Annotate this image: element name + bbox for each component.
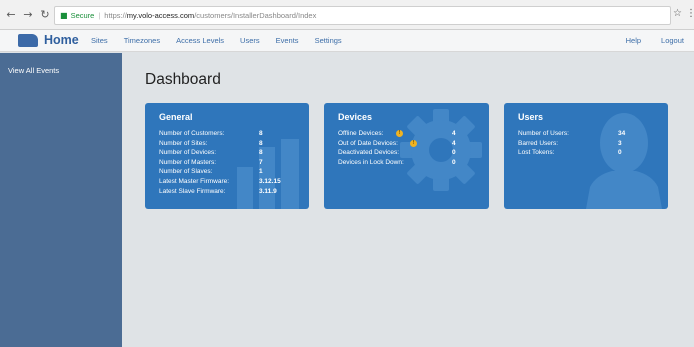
stat-label: Number of Users: xyxy=(518,130,569,137)
page-title: Dashboard xyxy=(145,71,221,88)
main-menu: Sites Timezones Access Levels Users Even… xyxy=(91,36,358,45)
nav-access-levels[interactable]: Access Levels xyxy=(176,36,224,45)
stat-value: 8 xyxy=(259,130,263,137)
stat-value: 3.12.15 xyxy=(259,177,281,185)
home-logo-icon[interactable] xyxy=(18,34,38,47)
stat-label: Offline Devices: xyxy=(338,130,384,137)
bookmark-star-icon[interactable]: ☆ xyxy=(673,8,682,19)
nav-logout[interactable]: Logout xyxy=(661,36,684,45)
nav-home[interactable]: Home xyxy=(44,33,79,47)
browser-menu-icon[interactable]: ⋮ xyxy=(686,8,694,19)
stat-value: 8 xyxy=(259,149,263,157)
top-navbar: Home Sites Timezones Access Levels Users… xyxy=(0,30,694,52)
stat-label: Out of Date Devices: xyxy=(338,139,398,147)
devices-card-title: Devices xyxy=(338,112,373,122)
url-scheme: https:// xyxy=(104,11,127,20)
stat-label: Number of Customers: xyxy=(159,130,225,137)
right-nav: Help Logout xyxy=(606,36,684,45)
stat-value: 4 xyxy=(452,139,456,147)
warning-icon: ! xyxy=(410,139,417,147)
stat-label: Lost Tokens: xyxy=(518,149,555,157)
stat-value: 7 xyxy=(259,158,263,166)
stat-value: 1 xyxy=(259,168,263,176)
stat-label: Number of Masters: xyxy=(159,158,217,166)
nav-timezones[interactable]: Timezones xyxy=(124,36,160,45)
back-arrow-icon[interactable]: ← xyxy=(5,8,17,21)
secure-label: Secure xyxy=(70,11,95,20)
users-card-title: Users xyxy=(518,112,544,122)
gear-icon xyxy=(400,109,482,191)
stat-label: Latest Master Firmware: xyxy=(159,177,230,185)
stat-label: Deactivated Devices: xyxy=(338,149,400,157)
user-silhouette-icon xyxy=(586,113,662,209)
stat-value: 3.11.9 xyxy=(259,187,277,195)
nav-events[interactable]: Events xyxy=(276,36,299,45)
url-separator: | xyxy=(98,11,101,20)
nav-users[interactable]: Users xyxy=(240,36,260,45)
reload-icon[interactable]: ↻ xyxy=(39,8,51,21)
general-card: General Number of Customers: 8 Number of … xyxy=(145,103,309,209)
stat-label: Devices in Lock Down: xyxy=(338,158,404,166)
general-card-title: General xyxy=(159,112,193,122)
sidebar-item-view-all-events[interactable]: View All Events xyxy=(8,66,59,75)
nav-settings[interactable]: Settings xyxy=(315,36,342,45)
stat-label: Number of Sites: xyxy=(159,139,208,147)
nav-sites[interactable]: Sites xyxy=(91,36,108,45)
lock-icon: ■ xyxy=(60,11,68,20)
bar-chart-icon xyxy=(237,139,299,209)
stat-value: 0 xyxy=(618,149,622,157)
stat-value: 3 xyxy=(618,139,622,147)
stat-value: 34 xyxy=(618,130,626,137)
main-content: Dashboard General Number of Customers: 8 … xyxy=(122,53,694,347)
stat-value: 8 xyxy=(259,139,263,147)
stat-value: 0 xyxy=(452,158,456,166)
stat-label: Barred Users: xyxy=(518,139,559,147)
warning-icon: ! xyxy=(396,130,403,137)
users-card: Users Number of Users: 34 Barred Users: 3 … xyxy=(504,103,668,209)
stat-value: 4 xyxy=(452,130,456,137)
stat-label: Number of Slaves: xyxy=(159,168,213,176)
stat-label: Number of Devices: xyxy=(159,149,217,157)
browser-toolbar: ← → ↻ ■ Secure | https:// my.volo-access… xyxy=(0,0,694,30)
stat-value: 0 xyxy=(452,149,456,157)
sidebar: View All Events xyxy=(0,53,122,347)
stat-label: Latest Slave Firmware: xyxy=(159,187,226,195)
address-bar[interactable]: ■ Secure | https:// my.volo-access.com /… xyxy=(54,6,671,25)
forward-arrow-icon[interactable]: → xyxy=(22,8,34,21)
devices-card: Devices Offline Devices:! 4 Out of Date D… xyxy=(324,103,489,209)
nav-help[interactable]: Help xyxy=(626,36,641,45)
url-path: /customers/InstallerDashboard/Index xyxy=(194,11,317,20)
url-host: my.volo-access.com xyxy=(126,11,195,20)
